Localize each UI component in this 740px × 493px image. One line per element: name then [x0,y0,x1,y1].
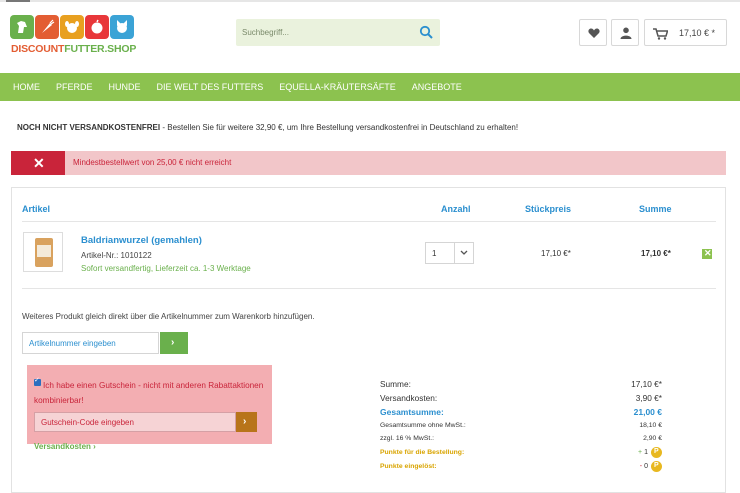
alert-icon-box: ✕ [11,151,65,175]
voucher-code-input[interactable] [35,413,235,431]
logo-horse-icon [10,15,34,39]
summary-points-order: Punkte für die Bestellung: + 1 P [380,447,662,463]
quantity-divider [454,243,455,263]
search-input[interactable] [236,19,411,46]
product-unit-price: 17,10 €* [541,249,571,258]
logo-icons [10,15,134,39]
top-bar-mark [6,0,30,2]
heart-icon [588,28,600,38]
header-sum: Summe [639,204,672,214]
cart-amount: 17,10 € * [679,28,716,38]
search-bar [236,19,440,46]
product-label [37,245,51,257]
add-article-button[interactable]: › [160,332,188,354]
product-name[interactable]: Baldrianwurzel (gemahlen) [81,235,202,246]
item-divider [22,288,716,289]
checkmark-icon: ✓ [34,377,40,384]
summary-shipping: Versandkosten: 3,90 €* [380,393,662,403]
voucher-field [34,412,236,432]
nav-item-kraeutersaefte[interactable]: EQUELLA-KRÄUTERSÄFTE [279,82,396,92]
remove-icon: ✕ [704,248,712,258]
voucher-checkbox[interactable]: ✓ [34,377,41,386]
quantity-value: 1 [432,249,437,258]
chevron-down-icon [460,250,468,255]
chevron-right-icon: › [171,337,175,348]
points-coin-icon: P [651,447,662,458]
remove-item-button[interactable]: ✕ [702,248,712,259]
product-availability: Sofort versandfertig, Lieferzeit ca. 1-3… [81,264,251,273]
header-article: Artikel [22,204,51,214]
product-image[interactable] [23,232,63,272]
summary-net: Gesamtsumme ohne MwSt.: 18,10 € [380,422,662,429]
shipping-notice: NOCH NICHT VERSANDKOSTENFREI - Bestellen… [17,123,519,132]
add-product-text: Weiteres Produkt gleich direkt über die … [22,312,315,321]
main-navigation: HOME PFERDE HUNDE DIE WELT DES FUTTERS E… [0,73,740,101]
summary-total: Gesamtsumme: 21,00 € [380,407,662,417]
top-bar [0,0,740,2]
header-quantity: Anzahl [441,204,471,214]
alert-message: Mindestbestellwert von 25,00 € nicht err… [73,158,232,167]
voucher-checkbox-label[interactable]: Ich habe einen Gutschein - nicht mit and… [34,378,264,408]
article-number-input[interactable] [23,333,158,353]
summary-subtotal: Summe: 17,10 €* [380,379,662,389]
search-icon [419,25,433,39]
header-divider [22,221,716,222]
cart-button[interactable]: 17,10 € * [644,19,727,46]
user-icon [620,27,632,39]
logo-text: DISCOUNTFUTTER.SHOP [11,43,137,55]
account-button[interactable] [611,19,639,46]
product-article-nr: Artikel-Nr.: 1010122 [81,251,152,260]
summary-vat: zzgl. 16 % MwSt.: 2,90 € [380,435,662,442]
min-order-alert: ✕ Mindestbestellwert von 25,00 € nicht e… [11,151,726,175]
nav-item-pferde[interactable]: PFERDE [56,82,93,92]
logo-dog-icon [60,15,84,39]
shop-logo[interactable]: DISCOUNTFUTTER.SHOP [10,15,136,57]
cart-icon [653,28,668,40]
nav-item-angebote[interactable]: ANGEBOTE [412,82,462,92]
article-number-field [22,332,159,354]
logo-apple-icon [85,15,109,39]
chevron-right-icon: › [243,416,247,427]
nav-item-hunde[interactable]: HUNDE [109,82,141,92]
quantity-select[interactable]: 1 [425,242,474,264]
product-sum: 17,10 €* [641,249,671,258]
logo-carrot-icon [35,15,59,39]
points-coin-icon: P [651,461,662,472]
shipping-costs-link[interactable]: Versandkosten › [34,442,96,451]
nav-item-home[interactable]: HOME [13,82,40,92]
wishlist-button[interactable] [579,19,607,46]
logo-cat-icon [110,15,134,39]
summary-points-redeemed: Punkte eingelöst: - 0 P [380,461,662,477]
header-unit-price: Stückpreis [525,204,572,214]
voucher-submit-button[interactable]: › [236,412,257,432]
search-button[interactable] [419,25,434,40]
nav-item-welt-des-futters[interactable]: DIE WELT DES FUTTERS [157,82,264,92]
close-icon: ✕ [33,155,45,171]
